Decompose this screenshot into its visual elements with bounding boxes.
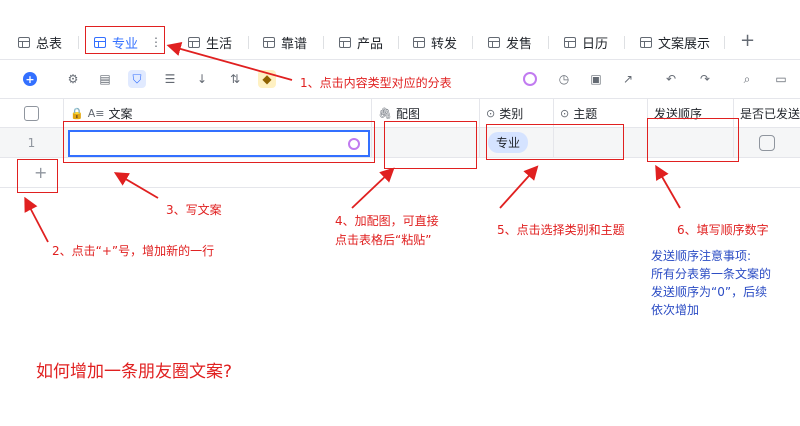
note-line: 依次增加	[651, 303, 700, 317]
annotation-step5: 5、点击选择类别和主题	[497, 223, 625, 237]
arrow-step2	[24, 196, 49, 243]
annotation-step3: 3、写文案	[166, 203, 222, 217]
annotation-step2: 2、点击“+”号，增加新的一行	[52, 244, 215, 258]
arrow-step4	[351, 167, 395, 209]
arrow-step3	[113, 172, 159, 199]
note-line: 所有分表第一条文案的	[651, 267, 772, 281]
note-line: 发送顺序为“0”，后续	[651, 285, 768, 299]
send-order-note: 发送顺序注意事项: 所有分表第一条文案的 发送顺序为“0”，后续 依次增加	[651, 247, 771, 319]
arrow-step5	[499, 165, 539, 209]
annotation-step1: 1、点击内容类型对应的分表	[300, 76, 452, 90]
page-title: 如何增加一条朋友圈文案?	[36, 362, 233, 382]
annotation-step4-line1: 4、加配图，可直接	[335, 214, 439, 228]
arrow-step6	[655, 164, 681, 209]
arrow-step1	[166, 41, 293, 81]
annotation-step6: 6、填写顺序数字	[677, 223, 769, 237]
annotation-step4-line2: 点击表格后“粘贴”	[335, 233, 432, 247]
note-line: 发送顺序注意事项:	[651, 249, 752, 263]
